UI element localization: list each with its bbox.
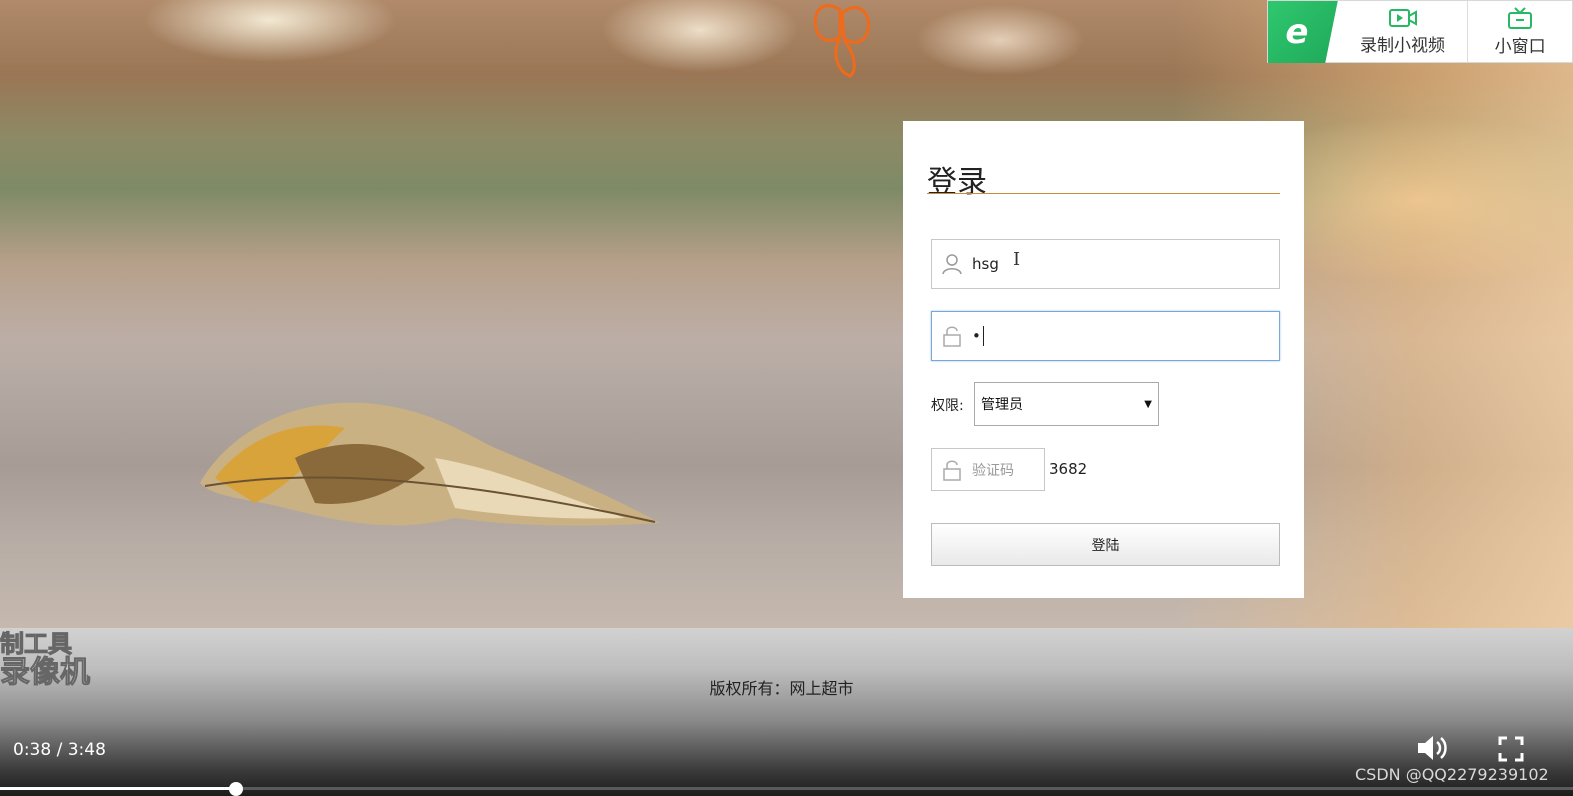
video-frame: e 录制小视频 小窗口 登录 hsg I • 权限: 管理员 ▼ 验证码 368… (0, 0, 1573, 796)
record-video-button[interactable]: 录制小视频 (1338, 1, 1468, 62)
progress-fill (0, 787, 236, 790)
duration: 3:48 (67, 740, 106, 760)
source-watermark: CSDN @QQ2279239102 (1355, 765, 1549, 784)
text-cursor-icon: I (1013, 249, 1021, 270)
login-panel: 登录 hsg I • 权限: 管理员 ▼ 验证码 3682 登陆 (903, 121, 1304, 598)
permission-select[interactable]: 管理员 ▼ (974, 382, 1159, 426)
browser-logo-icon: e (1268, 1, 1338, 63)
video-helper-bar: e 录制小视频 小窗口 (1267, 0, 1573, 63)
login-title: 登录 (927, 165, 987, 200)
password-value: • (972, 327, 981, 345)
username-value: hsg (972, 255, 999, 273)
fullscreen-icon[interactable] (1498, 736, 1524, 762)
lock-icon (932, 459, 972, 481)
mini-window-label: 小窗口 (1494, 36, 1546, 57)
user-icon (932, 253, 972, 275)
permission-label: 权限: (931, 398, 964, 414)
permission-selected: 管理员 (981, 397, 1023, 413)
current-time: 0:38 (13, 740, 52, 760)
captcha-input[interactable]: 验证码 (931, 448, 1045, 491)
time-separator: / (51, 740, 68, 760)
dropdown-arrow-icon: ▼ (1144, 398, 1152, 410)
page-footer: 制工具 录像机 版权所有：网上超市 0:38 / 3:48 CSDN @QQ22… (0, 628, 1573, 796)
record-video-label: 录制小视频 (1360, 35, 1446, 56)
leaf-image (200, 402, 660, 526)
progress-bar[interactable] (0, 782, 1573, 796)
password-field[interactable]: • (931, 311, 1280, 361)
copyright-text: 版权所有：网上超市 (709, 679, 854, 698)
username-field[interactable]: hsg (931, 239, 1280, 289)
mini-window-button[interactable]: 小窗口 (1468, 1, 1572, 62)
text-caret (982, 326, 984, 346)
login-button[interactable]: 登陆 (931, 523, 1280, 566)
tv-icon (1508, 6, 1533, 29)
captcha-placeholder: 验证码 (972, 462, 1014, 479)
progress-handle[interactable] (228, 782, 243, 796)
video-camera-icon (1388, 8, 1417, 27)
watermark-line1: 制工具 (0, 630, 73, 658)
butterfly-icon (813, 4, 871, 78)
title-underline (927, 193, 1280, 194)
captcha-code: 3682 (1049, 460, 1088, 478)
volume-icon[interactable] (1416, 732, 1450, 764)
lock-icon (932, 325, 972, 347)
playback-time: 0:38 / 3:48 (13, 740, 106, 760)
